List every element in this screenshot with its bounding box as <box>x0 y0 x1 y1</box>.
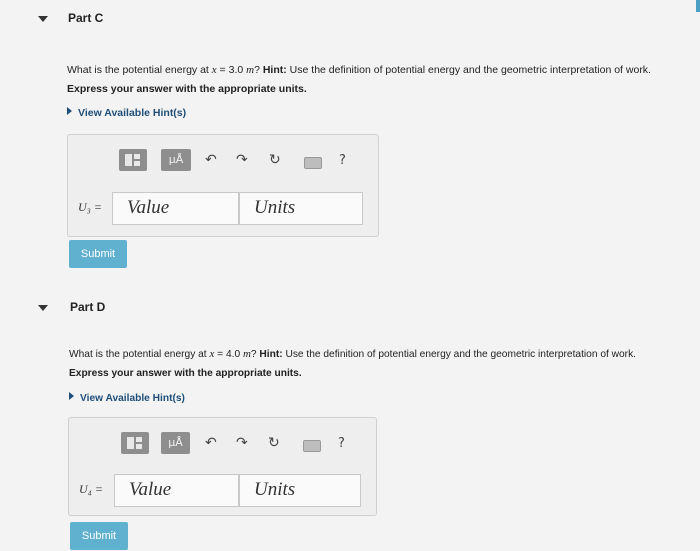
units-symbol-button[interactable]: μÅ <box>161 432 190 454</box>
part-c-question: What is the potential energy at x = 3.0 … <box>67 64 651 76</box>
reset-icon[interactable]: ↻ <box>269 152 281 168</box>
part-d-answer-box: μÅ ↶ ↷ ↻ ? U₄ = Value Units <box>68 417 377 516</box>
redo-icon[interactable]: ↷ <box>236 152 248 168</box>
undo-icon[interactable]: ↶ <box>205 152 217 168</box>
expand-triangle-icon <box>69 392 74 400</box>
right-edge-accent <box>696 0 700 12</box>
units-input[interactable]: Units <box>239 192 363 225</box>
hint-label: Hint: <box>259 349 283 360</box>
template-icon <box>127 437 134 449</box>
question-value: = 3.0 <box>216 64 247 76</box>
part-c-view-hints-link[interactable]: View Available Hint(s) <box>67 107 186 119</box>
part-d-question: What is the potential energy at x = 4.0 … <box>69 348 636 360</box>
question-prefix: What is the potential energy at <box>69 349 210 360</box>
template-icon-part <box>134 154 140 159</box>
part-d-submit-button[interactable]: Submit <box>70 522 128 550</box>
keyboard-icon[interactable] <box>303 440 321 452</box>
part-d-title: Part D <box>70 300 106 314</box>
question-prefix: What is the potential energy at <box>67 64 212 76</box>
part-d-express-instruction: Express your answer with the appropriate… <box>69 368 302 379</box>
collapse-part-d-caret-icon[interactable] <box>38 305 48 311</box>
view-hints-label: View Available Hint(s) <box>78 107 187 119</box>
hint-label: Hint: <box>262 64 287 76</box>
units-symbol-button[interactable]: μÅ <box>161 149 191 171</box>
template-icon-part <box>134 161 140 166</box>
part-d-view-hints-link[interactable]: View Available Hint(s) <box>69 392 185 404</box>
value-input[interactable]: Value <box>114 474 239 507</box>
units-input[interactable]: Units <box>239 474 361 507</box>
variable-label: U₃ = <box>78 200 102 214</box>
reset-icon[interactable]: ↻ <box>268 435 280 451</box>
expand-triangle-icon <box>67 107 72 115</box>
part-c-express-instruction: Express your answer with the appropriate… <box>67 83 307 95</box>
view-hints-label: View Available Hint(s) <box>80 393 185 404</box>
question-mark: ? <box>250 349 257 360</box>
hint-text: Use the definition of potential energy a… <box>286 64 651 76</box>
help-icon[interactable]: ? <box>339 153 346 168</box>
question-value: = 4.0 <box>214 349 243 360</box>
part-c-answer-box: μÅ ↶ ↷ ↻ ? U₃ = Value Units <box>67 134 379 237</box>
variable-label: U₄ = <box>79 482 103 496</box>
question-mark: ? <box>254 64 260 76</box>
help-icon[interactable]: ? <box>338 436 345 451</box>
undo-icon[interactable]: ↶ <box>205 435 217 451</box>
keyboard-icon[interactable] <box>304 157 322 169</box>
question-unit: m <box>246 64 255 76</box>
hint-text: Use the definition of potential energy a… <box>282 349 636 360</box>
templates-button[interactable] <box>119 149 147 171</box>
value-input[interactable]: Value <box>112 192 239 225</box>
redo-icon[interactable]: ↷ <box>236 435 248 451</box>
part-c-submit-button[interactable]: Submit <box>69 240 127 268</box>
templates-button[interactable] <box>121 432 149 454</box>
collapse-part-c-caret-icon[interactable] <box>38 16 48 22</box>
template-icon <box>125 154 132 166</box>
part-c-title: Part C <box>68 11 104 25</box>
template-icon-part <box>136 437 142 442</box>
template-icon-part <box>136 444 142 449</box>
question-unit: m <box>242 348 251 360</box>
